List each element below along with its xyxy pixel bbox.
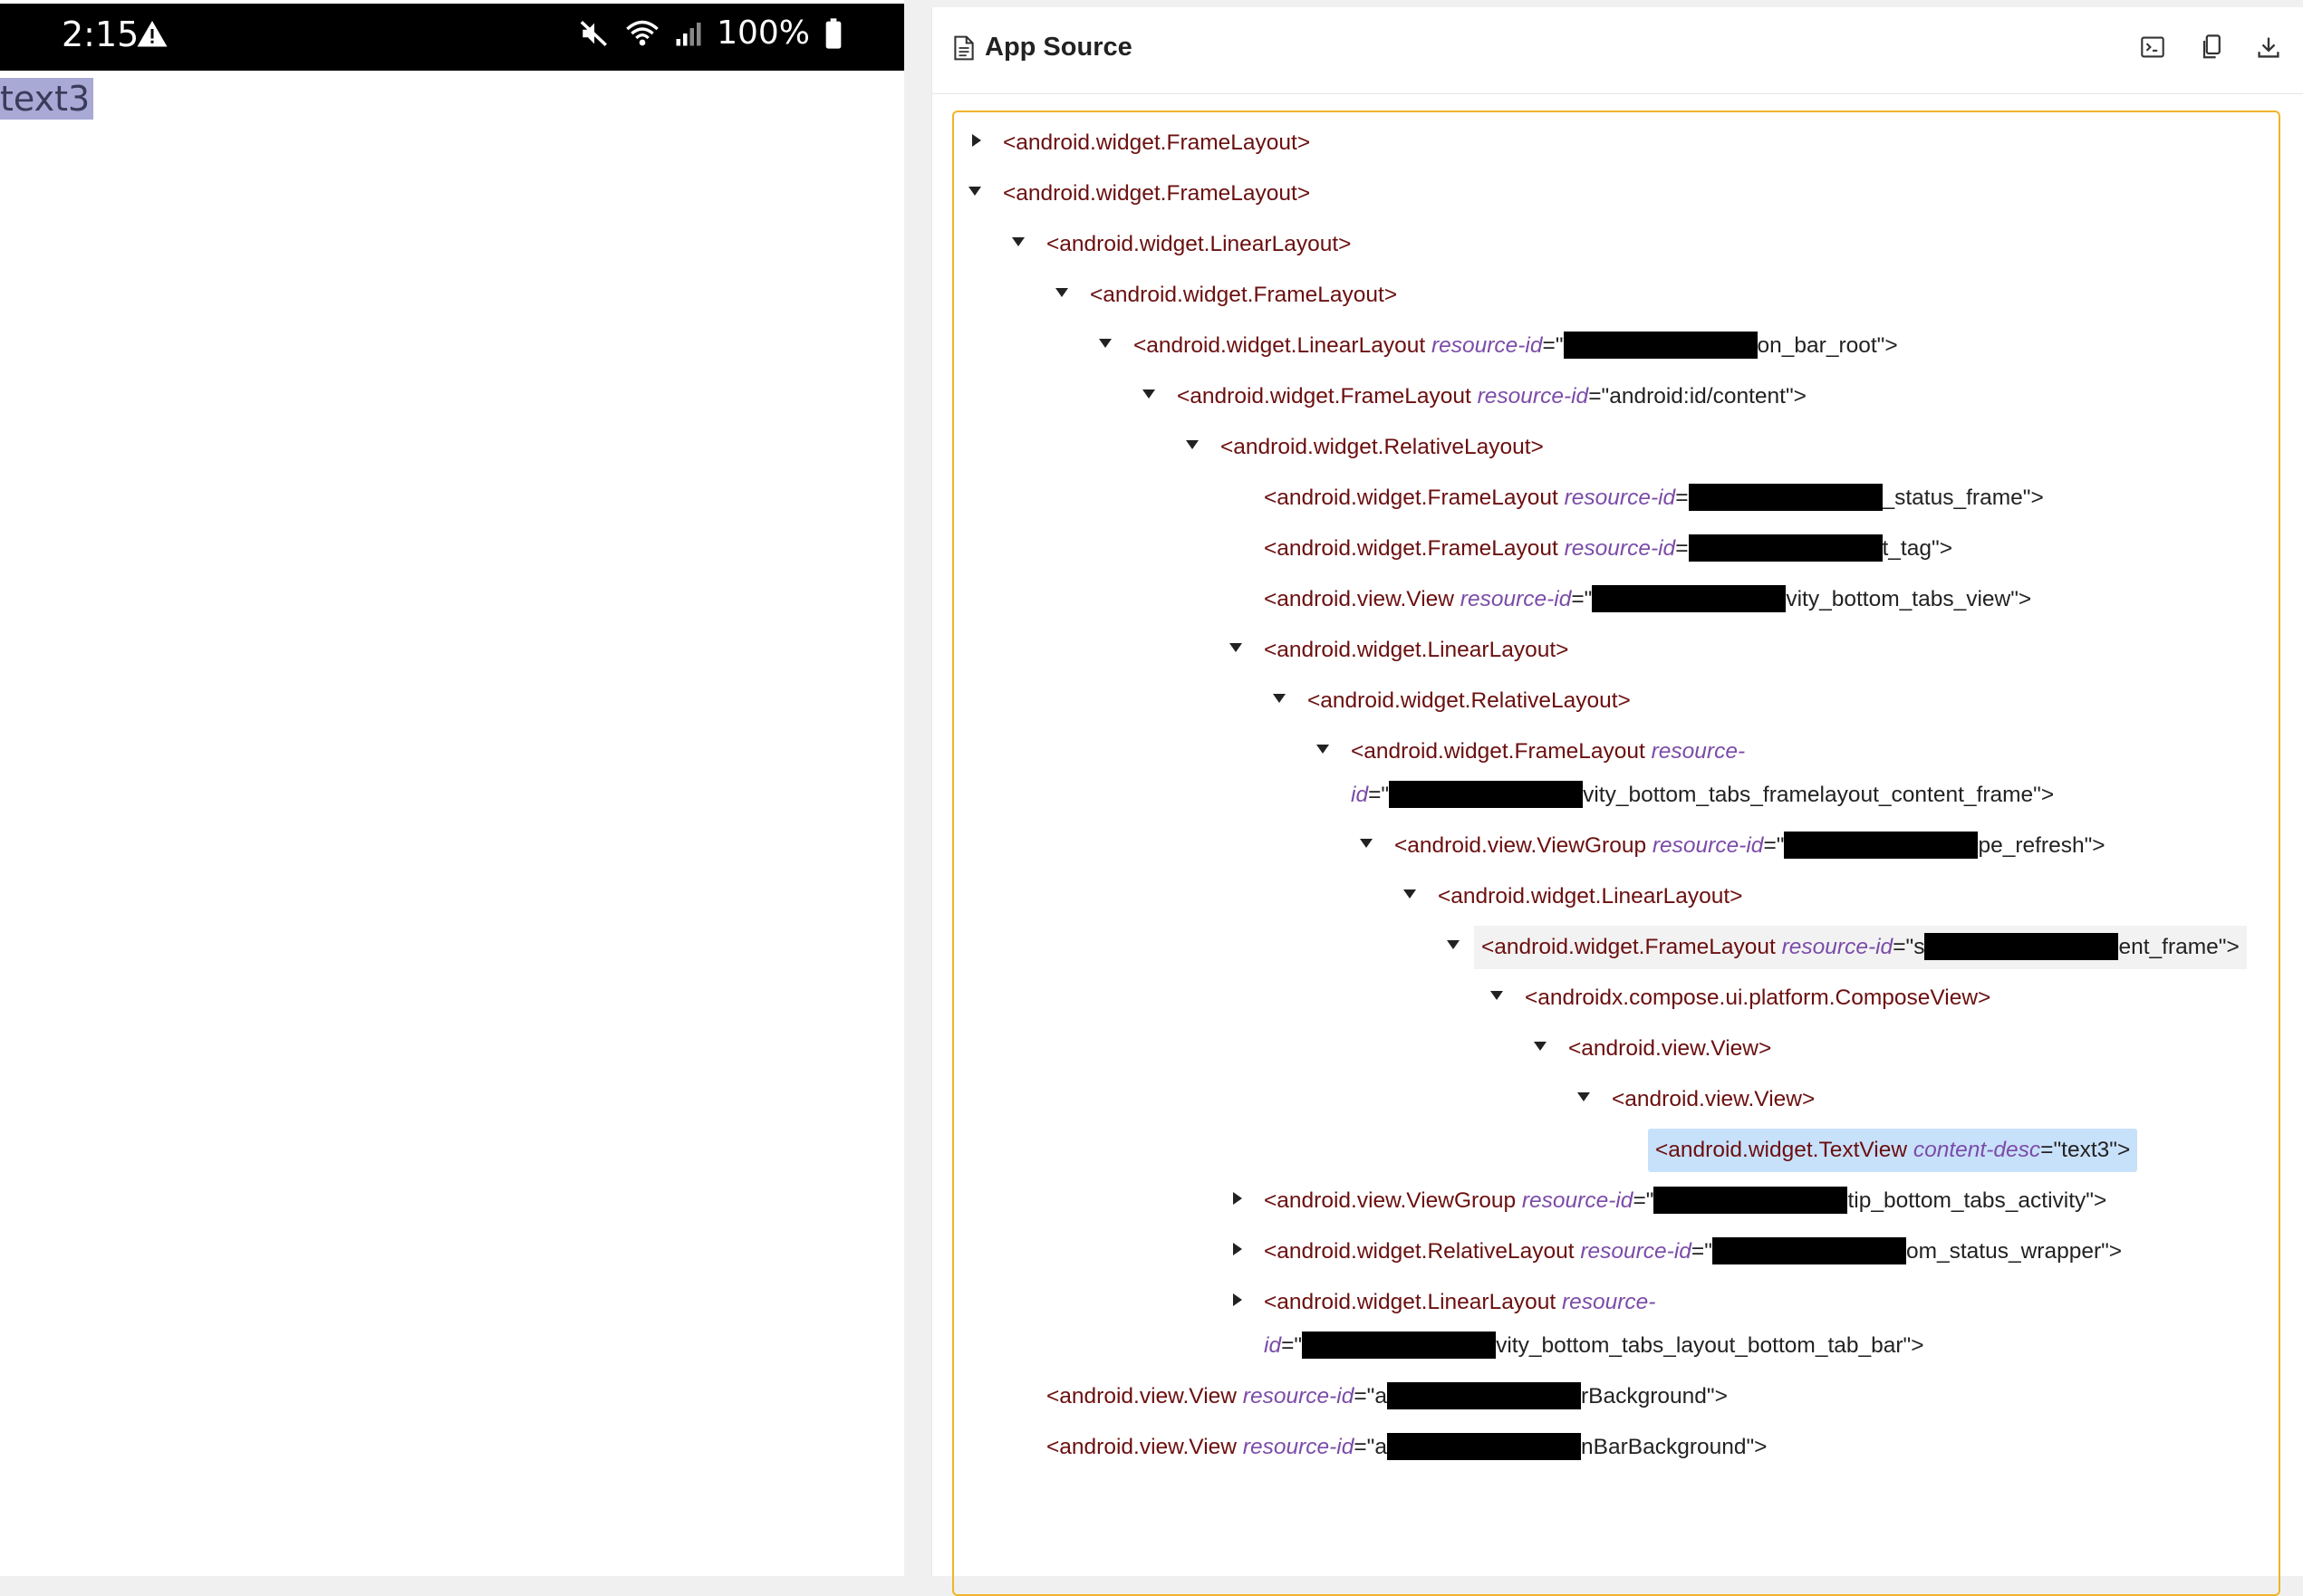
redacted-value (1653, 1186, 1848, 1214)
collapse-caret[interactable] (1273, 694, 1286, 703)
signal-icon (676, 22, 701, 45)
tree-node-row-continued[interactable]: id=" vity_bottom_tabs_framelayout_content… (1351, 774, 2054, 817)
terminal-icon (2141, 36, 2164, 58)
file-icon (954, 35, 974, 60)
tree-node-row[interactable]: <android.view.View resource-id=" vity_bot… (1264, 578, 2031, 621)
collapse-caret[interactable] (1490, 991, 1503, 1000)
collapse-caret[interactable] (1316, 745, 1329, 754)
tree-node-row[interactable]: <android.widget.LinearLayout> (1046, 223, 1351, 266)
collapse-caret[interactable] (1360, 839, 1373, 848)
expand-caret[interactable] (1233, 1192, 1242, 1205)
tree-node-row[interactable]: <android.widget.FrameLayout resource-id=… (1264, 476, 2044, 520)
tree-node-row[interactable]: <androidx.compose.ui.platform.ComposeVie… (1525, 976, 1990, 1020)
panel-title-text: App Source (985, 33, 1132, 62)
collapse-caret[interactable] (1142, 389, 1155, 399)
redacted-value (1688, 534, 1883, 562)
tree-node-row[interactable]: <android.widget.LinearLayout> (1438, 875, 1742, 918)
tree-node-row[interactable]: <android.widget.RelativeLayout> (1220, 426, 1544, 469)
terminal-button[interactable] (2139, 33, 2166, 62)
redacted-value (1784, 831, 1979, 859)
panel-header: App Source (932, 7, 2303, 94)
app-source-panel: App Source <android.widget.FrameLayout> … (931, 7, 2303, 1596)
collapse-caret[interactable] (1229, 643, 1242, 652)
panel-toolbar (2139, 33, 2282, 62)
download-button[interactable] (2255, 33, 2282, 62)
battery-percent: 100% (717, 14, 810, 52)
redacted-value (1563, 331, 1758, 359)
tree-node-row[interactable]: <android.widget.FrameLayout resource-id=… (1264, 527, 1952, 571)
tree-node-row[interactable]: <android.view.View> (1612, 1078, 1815, 1121)
tree-node-row[interactable]: <android.view.ViewGroup resource-id=" tip… (1264, 1179, 2106, 1223)
tree-node-row[interactable]: <android.widget.FrameLayout resource-id=… (1177, 375, 1807, 418)
redacted-value (1386, 1432, 1581, 1460)
tree-node-row[interactable]: <android.widget.FrameLayout> (1003, 172, 1310, 216)
redacted-value (1386, 1381, 1581, 1409)
redacted-value (1924, 932, 2119, 960)
tree-node-row[interactable]: <android.widget.FrameLayout resource- (1351, 730, 1745, 774)
redacted-value (1389, 780, 1584, 808)
collapse-caret[interactable] (1186, 440, 1199, 449)
tree-node-row-selected[interactable]: <android.widget.TextView content-desc="t… (1648, 1129, 2138, 1172)
copy-icon (2202, 34, 2221, 59)
tree-node-row-continued[interactable]: id=" vity_bottom_tabs_layout_bottom_tab_b… (1264, 1324, 1924, 1368)
collapse-caret[interactable] (1403, 889, 1416, 899)
battery-icon (825, 17, 842, 49)
tree-node-row[interactable]: <android.view.View resource-id="a rBackgr… (1046, 1375, 1728, 1418)
mute-icon (580, 20, 608, 46)
tree-node-row[interactable]: <android.view.ViewGroup resource-id=" pe_… (1394, 824, 2105, 868)
collapse-caret[interactable] (1055, 288, 1068, 297)
warning-icon (137, 21, 168, 47)
status-bar: 2:15 100% (0, 4, 904, 71)
redacted-value (1688, 483, 1883, 511)
collapse-caret[interactable] (1447, 940, 1460, 949)
tree-node-row[interactable]: <android.widget.FrameLayout> (1003, 121, 1310, 165)
device-screenshot[interactable]: 2:15 100% text3 (0, 0, 904, 1576)
tree-node-row[interactable]: <android.widget.FrameLayout> (1090, 274, 1397, 317)
expand-caret[interactable] (972, 134, 981, 147)
tree-node-row[interactable]: <android.view.View resource-id="a nBarBac… (1046, 1426, 1768, 1469)
collapse-caret[interactable] (1577, 1092, 1590, 1101)
redacted-value (1302, 1331, 1497, 1359)
panel-title: App Source (954, 33, 1132, 62)
expand-caret[interactable] (1233, 1243, 1242, 1255)
tree-node-row[interactable]: <android.widget.LinearLayout resource-id… (1133, 324, 1898, 368)
status-time: 2:15 (62, 14, 140, 54)
expand-caret[interactable] (1233, 1293, 1242, 1306)
tree-node-row[interactable]: <android.view.View> (1568, 1027, 1771, 1071)
tree-node-row-hovered[interactable]: <android.widget.FrameLayout resource-id=… (1474, 926, 2247, 969)
collapse-caret[interactable] (1012, 237, 1025, 246)
source-tree: <android.widget.FrameLayout> <android.wi… (952, 111, 2280, 1596)
redacted-value (1592, 584, 1787, 612)
copy-button[interactable] (2197, 33, 2224, 62)
collapse-caret[interactable] (1099, 339, 1112, 348)
collapse-caret[interactable] (1534, 1042, 1547, 1051)
tree-node-row[interactable]: <android.widget.RelativeLayout resource-… (1264, 1230, 2122, 1274)
tree-node-row[interactable]: <android.widget.LinearLayout> (1264, 629, 1568, 672)
collapse-caret[interactable] (968, 187, 981, 196)
redacted-value (1711, 1236, 1906, 1264)
tree-node-row[interactable]: <android.widget.LinearLayout resource- (1264, 1281, 1655, 1324)
download-icon (2258, 37, 2279, 58)
screen-text-element[interactable]: text3 (0, 78, 94, 120)
tree-node-row[interactable]: <android.widget.RelativeLayout> (1307, 679, 1631, 723)
wifi-icon (626, 20, 659, 45)
